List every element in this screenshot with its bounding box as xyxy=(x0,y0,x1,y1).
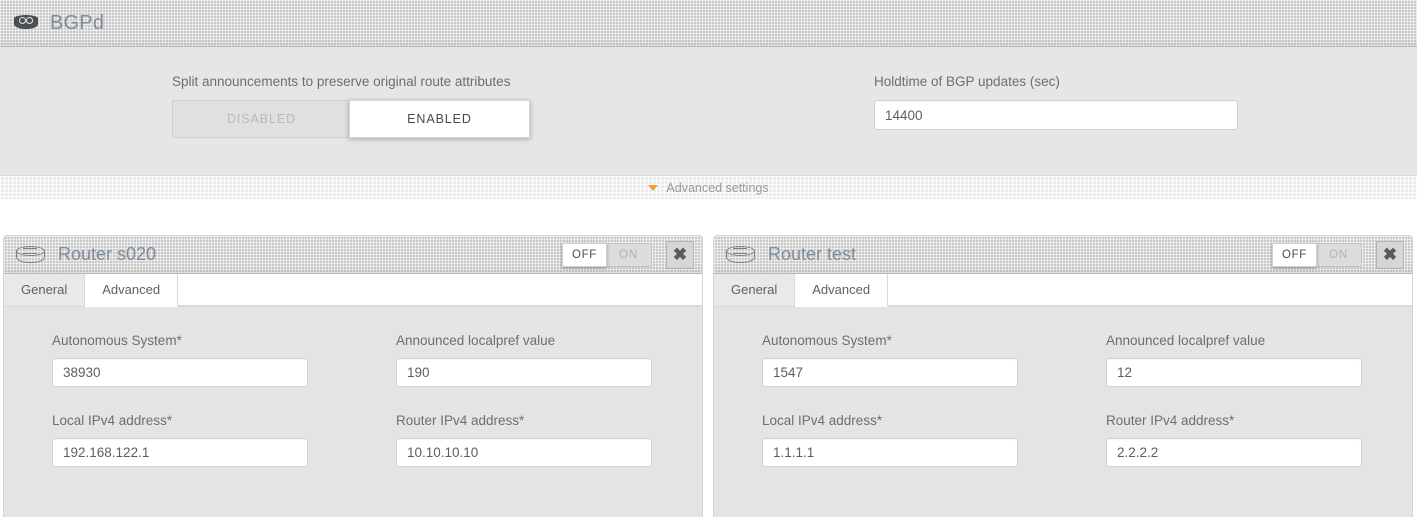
field-announced-localpref: Announced localpref value xyxy=(396,333,696,387)
split-announcements-group: Split announcements to preserve original… xyxy=(172,74,530,138)
router-panel-header: Router test OFF ON ✖ xyxy=(714,236,1412,274)
field-announced-localpref: Announced localpref value xyxy=(1106,333,1406,387)
router-panel-test: Router test OFF ON ✖ General Advanced Au… xyxy=(713,235,1413,517)
split-announcements-toggle[interactable]: DISABLED ENABLED xyxy=(172,100,530,138)
field-local-ipv4: Local IPv4 address* xyxy=(762,413,1062,467)
autonomous-system-input[interactable] xyxy=(762,358,1018,387)
field-label: Autonomous System* xyxy=(52,333,182,348)
form-row: Local IPv4 address* Router IPv4 address* xyxy=(714,413,1412,467)
field-label: Router IPv4 address* xyxy=(396,413,525,428)
router-outline-icon xyxy=(16,245,46,264)
caret-down-icon xyxy=(648,184,659,191)
router-panel-s020: Router s020 OFF ON ✖ General Advanced Au… xyxy=(3,235,703,517)
field-label: Router IPv4 address* xyxy=(1106,413,1235,428)
router-solid-icon xyxy=(14,15,38,31)
router-tabs: General Advanced xyxy=(714,273,1412,307)
power-option-off[interactable]: OFF xyxy=(1272,242,1317,267)
field-autonomous-system: Autonomous System* xyxy=(762,333,1062,387)
field-label: Announced localpref value xyxy=(396,333,556,348)
power-option-off[interactable]: OFF xyxy=(562,242,607,267)
router-panel-title: Router s020 xyxy=(58,244,157,264)
split-announcements-label: Split announcements to preserve original… xyxy=(172,74,511,89)
bgpd-header: BGPd xyxy=(0,0,1417,47)
bgpd-section: BGPd Split announcements to preserve ori… xyxy=(0,0,1417,220)
close-icon[interactable]: ✖ xyxy=(1376,240,1404,269)
tabs-filler xyxy=(178,273,702,306)
advanced-settings-bar[interactable]: Advanced settings xyxy=(0,175,1417,199)
router-outline-icon xyxy=(726,245,756,264)
router-power-toggle[interactable]: OFF ON xyxy=(562,242,652,267)
bgpd-body: Split announcements to preserve original… xyxy=(0,47,1417,199)
tabs-filler xyxy=(888,273,1412,306)
announced-localpref-input[interactable] xyxy=(396,358,652,387)
split-option-enabled[interactable]: ENABLED xyxy=(349,100,530,138)
router-panel-header: Router s020 OFF ON ✖ xyxy=(4,236,702,274)
autonomous-system-input[interactable] xyxy=(52,358,308,387)
field-router-ipv4: Router IPv4 address* xyxy=(1106,413,1406,467)
split-option-disabled[interactable]: DISABLED xyxy=(173,101,350,137)
power-option-on[interactable]: ON xyxy=(606,244,651,266)
router-tabs: General Advanced xyxy=(4,273,702,307)
field-label: Autonomous System* xyxy=(762,333,892,348)
tab-general[interactable]: General xyxy=(4,273,86,306)
field-label: Announced localpref value xyxy=(1106,333,1266,348)
router-ipv4-input[interactable] xyxy=(396,438,652,467)
power-option-on[interactable]: ON xyxy=(1316,244,1361,266)
tab-general[interactable]: General xyxy=(714,273,796,306)
holdtime-input[interactable] xyxy=(874,100,1238,130)
form-row: Autonomous System* Announced localpref v… xyxy=(714,333,1412,387)
field-router-ipv4: Router IPv4 address* xyxy=(396,413,696,467)
page-title: BGPd xyxy=(50,11,105,34)
router-power-toggle[interactable]: OFF ON xyxy=(1272,242,1362,267)
holdtime-label: Holdtime of BGP updates (sec) xyxy=(874,74,1060,89)
router-panel-body: Autonomous System* Announced localpref v… xyxy=(714,307,1412,517)
field-label: Local IPv4 address* xyxy=(52,413,173,428)
router-ipv4-input[interactable] xyxy=(1106,438,1362,467)
field-label: Local IPv4 address* xyxy=(762,413,883,428)
router-panel-body: Autonomous System* Announced localpref v… xyxy=(4,307,702,517)
field-autonomous-system: Autonomous System* xyxy=(52,333,352,387)
form-row: Autonomous System* Announced localpref v… xyxy=(4,333,702,387)
router-panel-title: Router test xyxy=(768,244,857,264)
local-ipv4-input[interactable] xyxy=(762,438,1018,467)
field-local-ipv4: Local IPv4 address* xyxy=(52,413,352,467)
advanced-settings-label: Advanced settings xyxy=(666,180,769,195)
holdtime-group: Holdtime of BGP updates (sec) xyxy=(874,74,1238,130)
tab-advanced[interactable]: Advanced xyxy=(795,273,889,307)
close-icon[interactable]: ✖ xyxy=(666,240,694,269)
local-ipv4-input[interactable] xyxy=(52,438,308,467)
announced-localpref-input[interactable] xyxy=(1106,358,1362,387)
form-row: Local IPv4 address* Router IPv4 address* xyxy=(4,413,702,467)
tab-advanced[interactable]: Advanced xyxy=(85,273,179,307)
